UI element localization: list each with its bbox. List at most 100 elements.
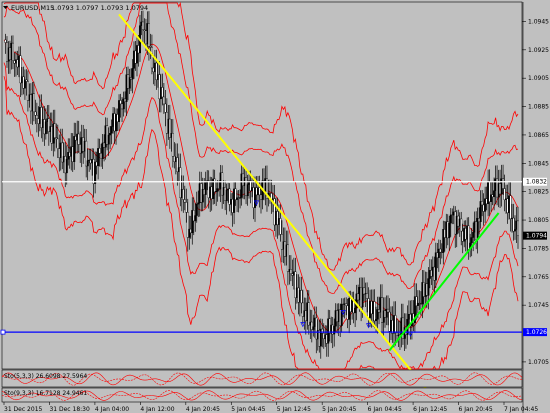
symbol-title: EURUSD,M15 (11, 4, 54, 12)
candle-body (213, 178, 216, 193)
ohlc-values: 1.0793 1.0797 1.0793 1.0794 (51, 4, 148, 12)
candle-body (258, 187, 261, 196)
candle-body (162, 96, 165, 105)
candle-body (11, 42, 14, 61)
price-label: 1.0865 (528, 132, 549, 139)
candle-body (161, 87, 164, 98)
candle-body (509, 195, 512, 219)
candle-body (375, 319, 378, 322)
candle-body (25, 79, 28, 82)
candle-body (56, 138, 59, 149)
candle-body (147, 23, 150, 47)
price-label: 1.0785 (528, 245, 549, 252)
candle-body (503, 188, 506, 200)
time-axis: 31 Dec 2015 31 Dec 18:30 4 Jan 04:00 4 Jan … (3, 402, 538, 413)
price-label: 1.0885 (528, 104, 549, 111)
candle-body (164, 103, 167, 113)
white-line-tag-label: 1.0832 (526, 179, 547, 186)
candle-body (185, 202, 188, 213)
candle-body (502, 178, 505, 189)
blue-line-tag-label: 1.0726 (526, 329, 547, 336)
candle-body (194, 215, 197, 222)
price-label: 1.0745 (528, 302, 549, 309)
candle-body (312, 326, 315, 330)
price-label: 1.0765 (528, 274, 549, 281)
candle-body (131, 68, 134, 80)
candle-body (86, 160, 89, 167)
candle-body (246, 184, 249, 197)
time-label: 5 Jan 04:45 (231, 406, 265, 413)
candle-body (340, 303, 343, 327)
candle-body (53, 123, 56, 138)
candle-body (517, 220, 520, 236)
candle-body (448, 222, 451, 239)
candle-body (345, 303, 348, 306)
stoch-2-label: Sto(9,3,3) 16.7128 24.9461 (4, 390, 87, 397)
candle-body (110, 126, 113, 134)
candle-body (449, 214, 452, 224)
chart-window: 1.0832 1.0726 1.0794 1.0945 1.0925 1.0905 1.0… (0, 0, 550, 413)
time-label: 4 Jan 04:00 (95, 406, 129, 413)
current-price-label: 1.0794 (526, 233, 547, 240)
candle-body (141, 21, 144, 31)
price-label: 1.0805 (528, 217, 549, 224)
candle-body (427, 278, 430, 296)
candle-body (373, 301, 376, 322)
candle-body (119, 100, 122, 105)
time-label: 31 Dec 2015 (4, 406, 43, 413)
candle-body (4, 39, 7, 43)
time-label: 5 Jan 20:45 (322, 406, 356, 413)
candle-body (394, 315, 397, 334)
chart-canvas: 1.08321.07261.0794 1.09451.09251.09051.0… (0, 1, 549, 413)
candle-body (98, 148, 101, 154)
candle-body (289, 269, 292, 274)
price-label: 1.0925 (528, 47, 549, 54)
time-label: 4 Jan 20:45 (186, 406, 220, 413)
candle-body (333, 325, 336, 335)
time-label: 5 Jan 12:45 (277, 406, 311, 413)
time-label: 31 Dec 18:30 (49, 406, 90, 413)
candle-body (183, 199, 186, 203)
price-label: 1.0905 (528, 75, 549, 82)
price-label: 1.0945 (528, 18, 549, 25)
candle-body (279, 218, 282, 235)
time-label: 4 Jan 12:00 (140, 406, 174, 413)
candle-body (195, 203, 198, 216)
candle-body (307, 302, 310, 326)
candle-body (470, 237, 473, 244)
price-label: 1.0705 (528, 359, 549, 366)
candle-body (225, 189, 228, 201)
candle-body (44, 121, 47, 135)
time-label: 7 Jan 04:45 (504, 406, 538, 413)
candle-body (481, 201, 484, 206)
candle-body (387, 308, 390, 313)
candle-body (32, 93, 35, 113)
candle-body (300, 290, 303, 304)
candle-body (204, 182, 207, 195)
candle-body (197, 202, 200, 205)
price-label: 1.0845 (528, 160, 549, 167)
candle-body (286, 244, 289, 272)
candle-body (439, 248, 442, 253)
price-axis: 1.0945 1.0925 1.0905 1.0885 1.0865 1.0845 1.08… (522, 18, 549, 366)
chart-header: EURUSD,M15 1.0793 1.0797 1.0793 1.0794 (3, 4, 148, 12)
time-label: 6 Jan 20:45 (459, 406, 493, 413)
candle-body (460, 218, 463, 232)
stoch-1-label: Sto(5,3,3) 26.6098 27.5964 (4, 373, 87, 380)
candle-body (472, 232, 475, 238)
candle-body (366, 293, 369, 299)
candle-body (493, 190, 496, 198)
candle-body (65, 159, 68, 174)
candle-body (77, 133, 80, 145)
candle-body (107, 134, 110, 145)
candle-body (354, 307, 357, 314)
time-label: 6 Jan 04:45 (368, 406, 402, 413)
candle-body (34, 111, 37, 116)
time-label: 6 Jan 12:45 (413, 406, 447, 413)
price-label: 1.0825 (528, 189, 549, 196)
candle-body (512, 217, 515, 232)
line-handle[interactable] (0, 329, 6, 335)
candle-body (182, 189, 185, 200)
candle-body (35, 115, 38, 119)
candle-body (514, 229, 517, 232)
